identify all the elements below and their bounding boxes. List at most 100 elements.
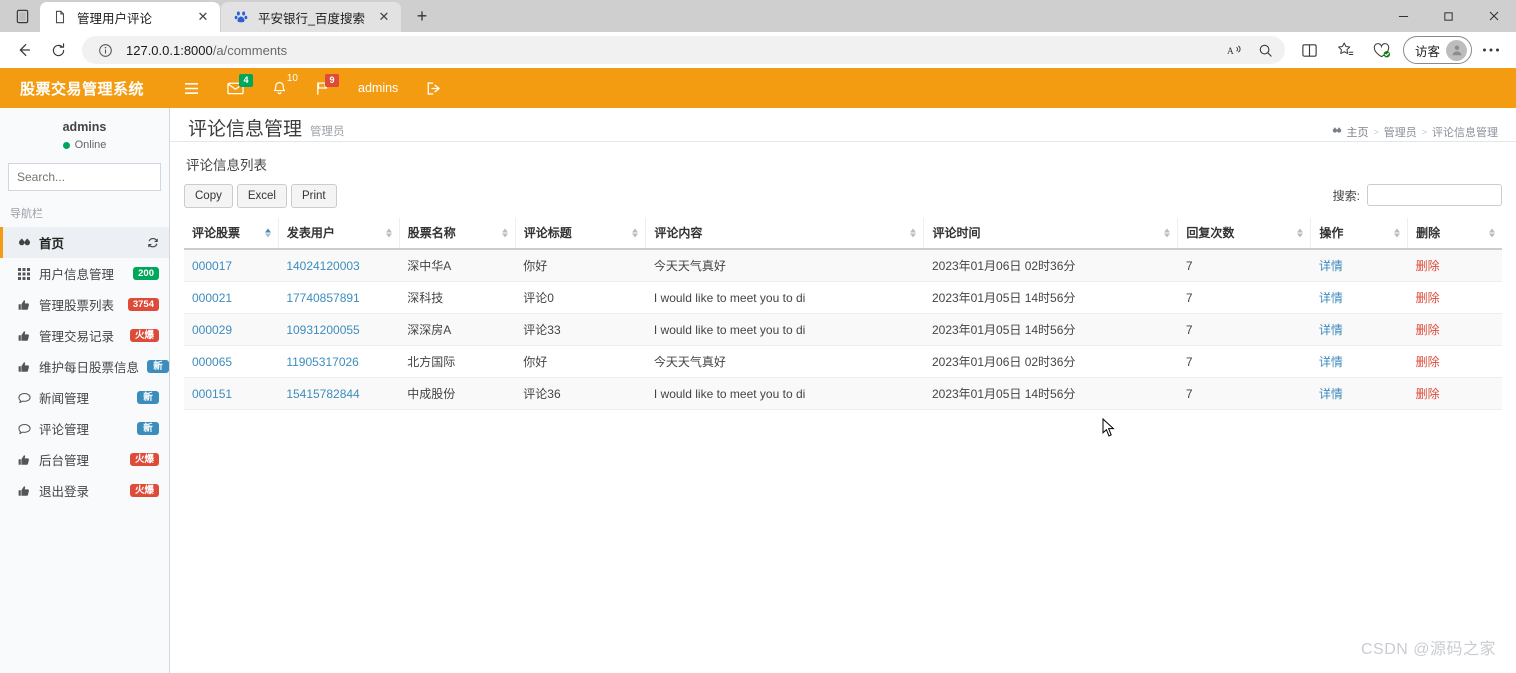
detail-link-anchor[interactable]: 详情 <box>1319 387 1343 401</box>
cell-stock-code-anchor[interactable]: 000065 <box>192 355 232 369</box>
menu-toggle-button[interactable] <box>170 68 213 108</box>
browser-tab-1[interactable]: 平安银行_百度搜索 ✕ <box>221 2 401 32</box>
cell-stock-code: 000021 <box>184 281 279 314</box>
sidebar-item-comments[interactable]: 评论管理 新 <box>0 413 169 444</box>
sidebar-item-users[interactable]: 用户信息管理 200 <box>0 258 169 289</box>
cell-replies-text: 7 <box>1185 290 1193 305</box>
cell-time-text: 2023年01月05日 14时56分 <box>931 291 1076 305</box>
logout-icon[interactable] <box>412 68 456 108</box>
delete-link-anchor[interactable]: 删除 <box>1416 355 1440 369</box>
cell-user-anchor[interactable]: 14024120003 <box>286 259 359 273</box>
cell-user-anchor[interactable]: 17740857891 <box>286 291 359 305</box>
detail-link-anchor[interactable]: 详情 <box>1319 355 1343 369</box>
sort-icon[interactable] <box>1164 228 1171 238</box>
cell-replies-text: 7 <box>1185 386 1193 401</box>
column-header-delete[interactable]: 删除 <box>1407 218 1502 250</box>
detail-link-anchor[interactable]: 详情 <box>1319 291 1343 305</box>
sidebar-item-stock-list[interactable]: 管理股票列表 3754 <box>0 289 169 320</box>
notifications-button[interactable]: 10 <box>258 68 301 108</box>
breadcrumb-home[interactable]: 主页 <box>1332 124 1368 140</box>
sidebar-search[interactable] <box>8 163 193 191</box>
cell-stock-name: 北方国际 <box>399 345 516 378</box>
sidebar-item-home[interactable]: 首页 <box>0 227 169 258</box>
maximize-icon[interactable] <box>1426 0 1471 32</box>
sidebar-item-logout[interactable]: 退出登录 火爆 <box>0 475 169 506</box>
sidebar-badge: 新 <box>137 390 159 405</box>
table-row: 000017 14024120003 深中华A 你好 今天天气真好 2023年01月06日… <box>184 249 1502 282</box>
cell-replies: 7 <box>1177 313 1311 346</box>
sort-icon[interactable] <box>1489 228 1495 238</box>
breadcrumb-item-admin[interactable]: 管理员 <box>1384 124 1417 140</box>
read-aloud-icon[interactable]: A <box>1223 38 1249 62</box>
cell-user-anchor[interactable]: 10931200055 <box>286 323 359 337</box>
breadcrumb-separator: > <box>1421 127 1427 137</box>
copy-button[interactable]: Copy <box>184 184 233 208</box>
sidebar-nav-header: 导航栏 <box>10 208 43 220</box>
close-window-icon[interactable] <box>1471 0 1516 32</box>
minimize-icon[interactable] <box>1381 0 1426 32</box>
more-options-icon[interactable] <box>1474 35 1508 65</box>
messages-button[interactable]: 4 <box>213 68 258 108</box>
sort-icon[interactable] <box>501 228 508 238</box>
cell-time: 2023年01月06日 02时36分 <box>923 249 1178 282</box>
cell-stock-name-text: 北方国际 <box>407 355 456 369</box>
delete-link-anchor[interactable]: 删除 <box>1416 291 1440 305</box>
close-icon[interactable]: ✕ <box>375 8 393 26</box>
column-header-action[interactable]: 操作 <box>1310 218 1409 250</box>
cell-stock-code-anchor[interactable]: 000017 <box>192 259 232 273</box>
dashboard-icon <box>17 237 31 249</box>
info-icon[interactable] <box>92 38 118 62</box>
sidebar-item-news[interactable]: 新闻管理 新 <box>0 382 169 413</box>
sort-icon[interactable] <box>385 228 392 238</box>
sidebar-item-transactions[interactable]: 管理交易记录 火爆 <box>0 320 169 351</box>
search-input[interactable] <box>9 164 180 190</box>
sidebar-item-label: 评论管理 <box>39 423 90 437</box>
delete-link-anchor[interactable]: 删除 <box>1416 323 1440 337</box>
sort-icon[interactable] <box>1297 228 1304 238</box>
excel-button[interactable]: Excel <box>236 184 287 208</box>
column-header-user[interactable]: 发表用户 <box>278 218 400 250</box>
delete-link: 删除 <box>1407 345 1502 378</box>
split-screen-icon[interactable] <box>1293 35 1327 65</box>
sort-ascending-icon[interactable] <box>264 228 271 238</box>
cell-user-anchor[interactable]: 11905317026 <box>286 355 359 369</box>
address-bar[interactable]: 127.0.0.1:8000/a/comments A <box>82 36 1285 64</box>
sort-icon[interactable] <box>1394 228 1401 238</box>
reload-icon[interactable] <box>42 35 74 65</box>
delete-link-anchor[interactable]: 删除 <box>1416 259 1440 273</box>
column-header-stock-name[interactable]: 股票名称 <box>399 218 516 250</box>
column-header-stock-code[interactable]: 评论股票 <box>184 218 279 250</box>
cell-stock-code-anchor[interactable]: 000151 <box>192 387 232 401</box>
profile-label: 访客 <box>1414 44 1440 59</box>
profile-button[interactable]: 访客 <box>1402 36 1472 64</box>
column-header-title[interactable]: 评论标题 <box>515 218 647 250</box>
table-search-input[interactable] <box>1367 184 1502 206</box>
cell-stock-code-anchor[interactable]: 000021 <box>192 291 232 305</box>
browser-tab-0[interactable]: 管理用户评论 ✕ <box>40 2 220 32</box>
sidebar-item-admin[interactable]: 后台管理 火爆 <box>0 444 169 475</box>
column-header-time[interactable]: 评论时间 <box>923 218 1179 250</box>
tab-search-icon[interactable] <box>4 1 40 31</box>
close-icon[interactable]: ✕ <box>194 8 212 26</box>
sort-icon[interactable] <box>910 228 917 238</box>
print-button[interactable]: Print <box>290 184 337 208</box>
cell-user-anchor[interactable]: 15415782844 <box>286 387 359 401</box>
refresh-icon[interactable] <box>147 237 159 249</box>
delete-link-anchor[interactable]: 删除 <box>1416 387 1440 401</box>
new-tab-button[interactable]: + <box>408 2 436 30</box>
sidebar-item-daily-stock[interactable]: 维护每日股票信息 新 <box>0 351 170 382</box>
tasks-button[interactable]: 9 <box>301 68 344 108</box>
sort-icon[interactable] <box>632 228 639 238</box>
content-spacer <box>170 412 1516 673</box>
header-user-label[interactable]: admins <box>344 68 412 108</box>
back-arrow-icon[interactable] <box>8 35 40 65</box>
detail-link-anchor[interactable]: 详情 <box>1319 323 1343 337</box>
favorites-star-icon[interactable] <box>1329 35 1363 65</box>
detail-link-anchor[interactable]: 详情 <box>1319 259 1343 273</box>
search-icon[interactable] <box>1253 38 1279 62</box>
app-brand[interactable]: 股票交易管理系统 <box>0 68 170 108</box>
column-header-content[interactable]: 评论内容 <box>645 218 925 250</box>
column-header-replies[interactable]: 回复次数 <box>1177 218 1312 250</box>
collections-icon[interactable] <box>1365 35 1399 65</box>
cell-stock-code-anchor[interactable]: 000029 <box>192 323 232 337</box>
